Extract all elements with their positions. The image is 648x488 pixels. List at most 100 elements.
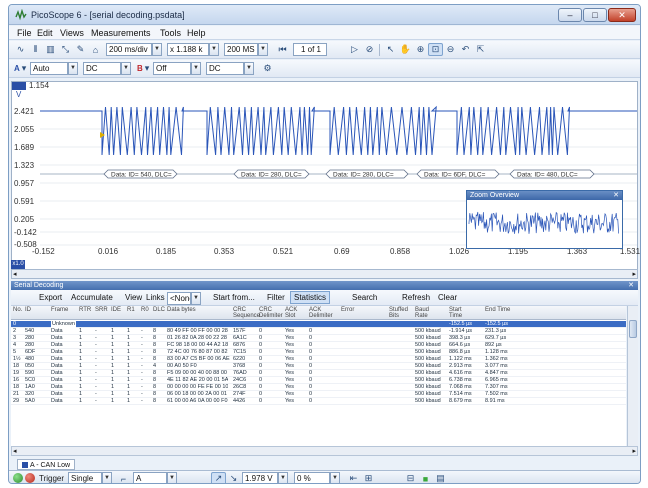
channel-b-coupling[interactable]: DC (206, 62, 244, 75)
scope-mode-icon[interactable]: ∿ (13, 43, 28, 56)
zoom-box-icon[interactable]: ⊡ (428, 43, 443, 56)
trigger-level-dropdown[interactable]: ▼ (278, 472, 288, 483)
accumulate-button[interactable]: Accumulate (71, 293, 113, 302)
serial-decoding-close-icon[interactable]: ✕ (628, 281, 634, 290)
table-row[interactable]: 21 320 Data 1 - 1 1 - 8 06 00 18 00 00 2A 00 01 27… (11, 391, 626, 398)
table-row[interactable]: 16 5C0 Data 1 - 1 1 - 8 4E 11 82 AE 20 00 01 5A 24… (11, 377, 626, 384)
channel-a-options-icon[interactable]: ▾ (20, 62, 28, 75)
menu-edit[interactable]: Edit (37, 28, 53, 38)
table-scroll-thumb[interactable] (629, 320, 637, 338)
table-vertical-scrollbar[interactable] (627, 306, 638, 446)
scope-horizontal-scrollbar[interactable]: ◂ ▸ (11, 269, 638, 279)
start-capture-icon[interactable] (13, 473, 23, 483)
refresh-button[interactable]: Refresh (402, 293, 430, 302)
column-header[interactable]: R1 (127, 307, 135, 313)
column-header[interactable]: Start Time (449, 307, 462, 319)
channel-b-coupling-dropdown[interactable]: ▼ (244, 62, 254, 75)
menu-help[interactable]: Help (187, 28, 206, 38)
column-header[interactable]: Frame (51, 307, 68, 313)
zoom-signal-icon[interactable]: ⊞ (361, 472, 376, 483)
channel-b-options-icon[interactable]: ▾ (143, 62, 151, 75)
menu-measurements[interactable]: Measurements (91, 28, 151, 38)
timebase-field[interactable]: 200 ms/div (106, 43, 152, 56)
column-header[interactable]: Baud Rate (415, 307, 429, 319)
menu-tools[interactable]: Tools (160, 28, 181, 38)
serial-decoding-table[interactable]: No. ID Frame RTR SRR IDE R1 R0 DLC Data bytes CRC … (11, 306, 626, 446)
channel-settings-icon[interactable]: ⚙ (260, 62, 275, 75)
scroll-right-icon[interactable]: ▸ (632, 270, 636, 278)
scroll-left-icon[interactable]: ◂ (13, 270, 17, 278)
table-row[interactable]: 2 540 Data 1 - 1 1 - 8 80 49 FF 00 FF 00 00 28 157… (11, 328, 626, 335)
no-entry-icon[interactable]: ⊘ (362, 43, 377, 56)
table-scroll-left-icon[interactable]: ◂ (13, 447, 17, 455)
channel-a-coupling[interactable]: DC (83, 62, 121, 75)
table-row[interactable]: 0 Unknown -152.5 µs -152.5 µs (11, 321, 626, 328)
pre-trigger-field[interactable]: 0 % (294, 472, 330, 483)
channel-b-range-dropdown[interactable]: ▼ (191, 62, 201, 75)
minimize-button[interactable]: – (558, 8, 582, 22)
links-select[interactable]: <None> (167, 292, 191, 305)
stop-capture-icon[interactable] (25, 473, 35, 483)
column-header[interactable]: Error (341, 307, 354, 313)
trigger-level-field[interactable]: 1.978 V (242, 472, 278, 483)
column-header[interactable]: IDE (111, 307, 121, 313)
pre-trigger-dropdown[interactable]: ▼ (330, 472, 340, 483)
zoom-overview-plot[interactable] (467, 200, 622, 248)
table-row[interactable]: 29 5A0 Data 1 - 1 1 - 8 61 00 00 A6 0A 00 00 F0 44… (11, 398, 626, 405)
column-header[interactable]: ACK Delimiter (309, 307, 333, 319)
timebase-dropdown[interactable]: ▼ (152, 43, 162, 56)
trigger-mode-field[interactable]: Single (68, 472, 102, 483)
ruler-icon[interactable]: ⤡ (58, 43, 73, 56)
column-header[interactable]: CRC Sequence (233, 307, 260, 319)
column-header[interactable]: SRR (95, 307, 108, 313)
channel-b-range[interactable]: Off (153, 62, 191, 75)
start-from-button[interactable]: Start from... (213, 293, 255, 302)
zoom-out-icon[interactable]: ⊖ (443, 43, 458, 56)
table-row[interactable]: 5 6DF Data 1 - 1 1 - 8 72 4C 00 76 80 87 00 82 7C1… (11, 349, 626, 356)
table-scroll-right-icon[interactable]: ▸ (632, 447, 636, 455)
table-row[interactable]: 3 280 Data 1 - 1 1 - 8 01 26 82 0A 28 00 22 28 6A1… (11, 335, 626, 342)
rising-edge-icon[interactable]: ↗ (211, 472, 226, 483)
menu-file[interactable]: File (17, 28, 32, 38)
view-button[interactable]: View (125, 293, 142, 302)
zoom-in-icon[interactable]: ⊕ (413, 43, 428, 56)
trigger-edge-icon[interactable]: ⌐ (116, 472, 131, 484)
links-dropdown[interactable]: ▼ (191, 292, 201, 305)
zoom-overview-close-icon[interactable]: ✕ (613, 191, 619, 199)
table-row[interactable]: 1½ 480 Data 1 - 1 1 - 8 83 00 A7 C5 BF 00 06 AE 62… (11, 356, 626, 363)
close-button[interactable]: ✕ (608, 8, 636, 22)
falling-edge-icon[interactable]: ↘ (226, 472, 241, 483)
column-header[interactable]: Data bytes (167, 307, 196, 313)
column-header[interactable]: ACK Slot (285, 307, 297, 319)
export-button[interactable]: Export (39, 293, 62, 302)
search-button[interactable]: Search (352, 293, 377, 302)
pointer-tool-icon[interactable]: ↖ (383, 43, 398, 56)
column-header[interactable]: CRC Delimiter (259, 307, 283, 319)
trigger-mode-dropdown[interactable]: ▼ (102, 472, 112, 483)
notes-icon[interactable]: ▤ (433, 472, 448, 483)
hand-tool-icon[interactable]: ✋ (398, 43, 413, 56)
spectrum-mode-icon[interactable]: ▥ (43, 43, 58, 56)
multiplier-field[interactable]: x 1.188 k (167, 43, 209, 56)
table-row[interactable]: 19 590 Data 1 - 1 1 - 8 F5 09 00 00 40 00 88 00 76… (11, 370, 626, 377)
column-header[interactable]: No. (13, 307, 22, 313)
home-icon[interactable]: ⌂ (88, 43, 103, 56)
ruler-add-icon[interactable]: ⊟ (403, 472, 418, 483)
multiplier-dropdown[interactable]: ▼ (209, 43, 219, 56)
samples-field[interactable]: 200 MS (224, 43, 258, 56)
menu-views[interactable]: Views (60, 28, 84, 38)
clear-button[interactable]: Clear (438, 293, 457, 302)
persistence-mode-icon[interactable]: ⫴ (28, 43, 43, 56)
decode-channel-tab[interactable]: A - CAN Low (17, 459, 76, 470)
column-header[interactable]: DLC (153, 307, 165, 313)
column-header[interactable]: End Time (485, 307, 510, 313)
column-header[interactable]: R0 (141, 307, 149, 313)
filter-button[interactable]: Filter (267, 293, 285, 302)
next-buffer-icon[interactable]: ▷ (347, 43, 362, 56)
column-header[interactable]: Stuffed Bits (389, 307, 408, 319)
table-row[interactable]: 4 280 Data 1 - 1 1 - 8 FC 98 18 00 00 44 A2 18 687… (11, 342, 626, 349)
zoom-fit-icon[interactable]: ⇱ (473, 43, 488, 56)
scope-view[interactable]: 1.154 V 2.421 2.055 1.689 1.323 0.957 0.… (11, 81, 640, 270)
probe-icon[interactable]: ✎ (73, 43, 88, 56)
zoom-overview-window[interactable]: Zoom Overview ✕ (466, 190, 623, 249)
